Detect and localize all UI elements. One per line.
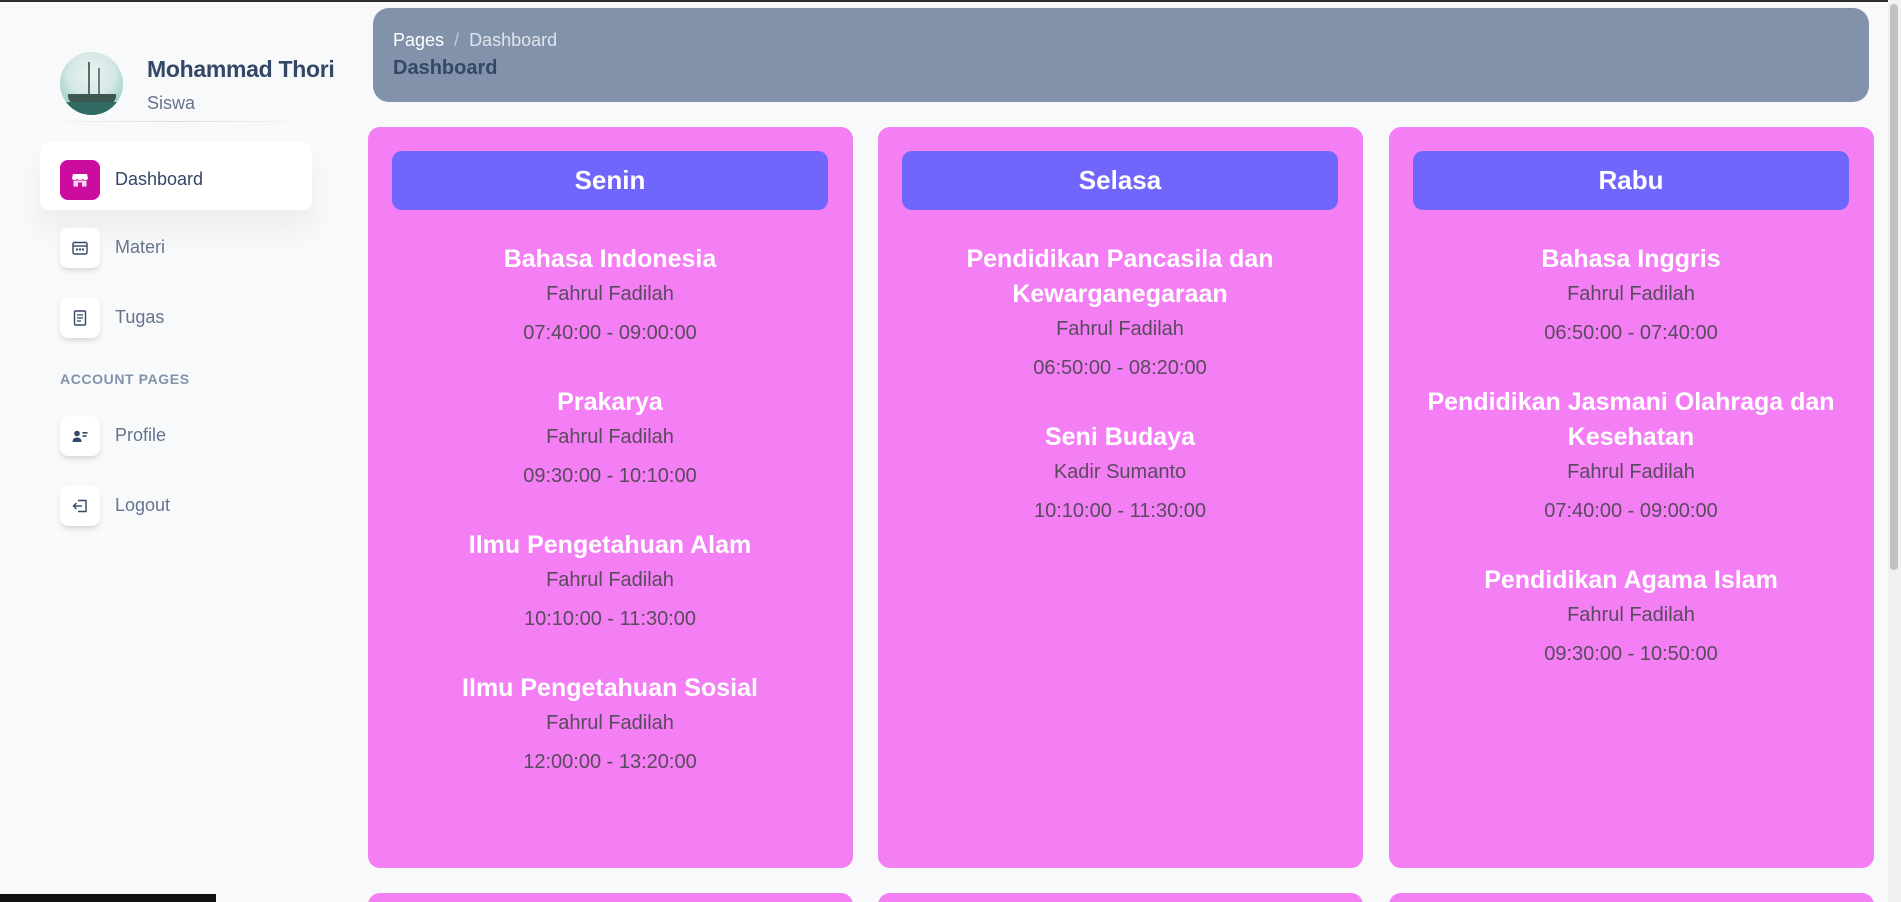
day-header: Senin (392, 151, 828, 210)
lesson-subject: Pendidikan Jasmani Olahraga dan Kesehata… (1427, 388, 1835, 451)
lesson-time: 10:10:00 - 11:30:00 (524, 608, 696, 630)
calendar-icon (60, 228, 100, 268)
lesson-item: Prakarya Fahrul Fadilah 09:30:00 - 10:10… (392, 385, 828, 490)
document-icon (60, 298, 100, 338)
lesson-teacher: Kadir Sumanto (1053, 461, 1187, 483)
lesson-time: 09:30:00 - 10:10:00 (523, 465, 697, 487)
user-profile: Mohammad Thori Siswa (60, 52, 340, 122)
day-card-senin: Senin Bahasa Indonesia Fahrul Fadilah 07… (368, 127, 853, 868)
lesson-subject: Ilmu Pengetahuan Alam (468, 531, 752, 559)
day-header: Rabu (1413, 151, 1849, 210)
sidebar-divider (40, 121, 312, 122)
lesson-time: 07:40:00 - 09:00:00 (523, 322, 697, 344)
user-name: Mohammad Thori (147, 56, 335, 82)
lesson-subject: Pendidikan Agama Islam (1484, 566, 1778, 594)
lesson-teacher: Fahrul Fadilah (546, 569, 674, 591)
lesson-subject: Bahasa Indonesia (503, 245, 717, 273)
sidebar-item-label: Profile (115, 425, 167, 445)
lesson-teacher: Fahrul Fadilah (546, 283, 674, 305)
lesson-time: 10:10:00 - 11:30:00 (1034, 500, 1206, 522)
lesson-time: 06:50:00 - 08:20:00 (1033, 357, 1207, 379)
lesson-time: 07:40:00 - 09:00:00 (1544, 500, 1718, 522)
lesson-item: Ilmu Pengetahuan Alam Fahrul Fadilah 10:… (392, 528, 828, 633)
sidebar-item-label: Tugas (115, 307, 165, 327)
lesson-item: Seni Budaya Kadir Sumanto 10:10:00 - 11:… (902, 420, 1338, 525)
lesson-item: Ilmu Pengetahuan Sosial Fahrul Fadilah 1… (392, 671, 828, 776)
lesson-list: Bahasa Indonesia Fahrul Fadilah 07:40:00… (392, 242, 828, 814)
page-title: Dashboard (393, 57, 498, 79)
lesson-item: Pendidikan Jasmani Olahraga dan Kesehata… (1413, 385, 1849, 525)
day-header: Selasa (902, 151, 1338, 210)
lesson-teacher: Fahrul Fadilah (1567, 283, 1695, 305)
sidebar-item-label: Materi (115, 237, 166, 257)
section-title-account-pages: ACCOUNT PAGES (60, 371, 190, 387)
breadcrumb-root-link[interactable]: Pages (393, 30, 444, 50)
lesson-subject: Seni Budaya (1044, 423, 1196, 451)
day-card-next-row (368, 893, 853, 902)
lesson-time: 12:00:00 - 13:20:00 (523, 751, 697, 773)
lesson-time: 06:50:00 - 07:40:00 (1544, 322, 1718, 344)
lesson-teacher: Fahrul Fadilah (1567, 461, 1695, 483)
lesson-list: Pendidikan Pancasila dan Kewarganegaraan… (902, 242, 1338, 563)
sidebar-item-label: Dashboard (115, 169, 204, 189)
avatar (60, 52, 123, 115)
lesson-subject: Ilmu Pengetahuan Sosial (462, 674, 758, 702)
user-icon (60, 416, 100, 456)
day-card-next-row (878, 893, 1363, 902)
lesson-item: Pendidikan Agama Islam Fahrul Fadilah 09… (1413, 563, 1849, 668)
sidebar-item-dashboard[interactable]: Dashboard (40, 142, 312, 210)
bottom-overlay-bar (0, 894, 216, 902)
lesson-teacher: Fahrul Fadilah (1567, 604, 1695, 626)
sidebar-item-tugas[interactable]: Tugas (40, 280, 312, 348)
lesson-time: 09:30:00 - 10:50:00 (1544, 643, 1718, 665)
day-card-rabu: Rabu Bahasa Inggris Fahrul Fadilah 06:50… (1389, 127, 1874, 868)
user-role: Siswa (147, 93, 196, 113)
lesson-list: Bahasa Inggris Fahrul Fadilah 06:50:00 -… (1413, 242, 1849, 706)
lesson-teacher: Fahrul Fadilah (546, 426, 674, 448)
lesson-subject: Prakarya (557, 388, 663, 416)
lesson-subject: Pendidikan Pancasila dan Kewarganegaraan (966, 245, 1274, 308)
day-card-next-row (1389, 893, 1874, 902)
sidebar-item-materi[interactable]: Materi (40, 210, 312, 278)
breadcrumb-header: Pages / Dashboard Dashboard (373, 8, 1869, 102)
lesson-item: Bahasa Inggris Fahrul Fadilah 06:50:00 -… (1413, 242, 1849, 347)
lesson-item: Pendidikan Pancasila dan Kewarganegaraan… (902, 242, 1338, 382)
lesson-item: Bahasa Indonesia Fahrul Fadilah 07:40:00… (392, 242, 828, 347)
lesson-teacher: Fahrul Fadilah (1056, 318, 1184, 340)
sidebar: Mohammad Thori Siswa Dashboard Materi Tu… (0, 0, 340, 902)
sidebar-item-logout[interactable]: Logout (40, 468, 312, 536)
sidebar-item-profile[interactable]: Profile (40, 398, 312, 466)
logout-icon (60, 486, 100, 526)
shop-icon (60, 160, 100, 200)
lesson-teacher: Fahrul Fadilah (546, 712, 674, 734)
scrollbar-thumb[interactable] (1890, 4, 1898, 570)
sidebar-item-label: Logout (115, 495, 171, 515)
day-card-selasa: Selasa Pendidikan Pancasila dan Kewargan… (878, 127, 1363, 868)
lesson-subject: Bahasa Inggris (1541, 245, 1721, 273)
breadcrumb-current: Dashboard (469, 30, 558, 50)
breadcrumb: Pages / Dashboard (393, 30, 557, 51)
breadcrumb-separator: / (454, 30, 460, 50)
